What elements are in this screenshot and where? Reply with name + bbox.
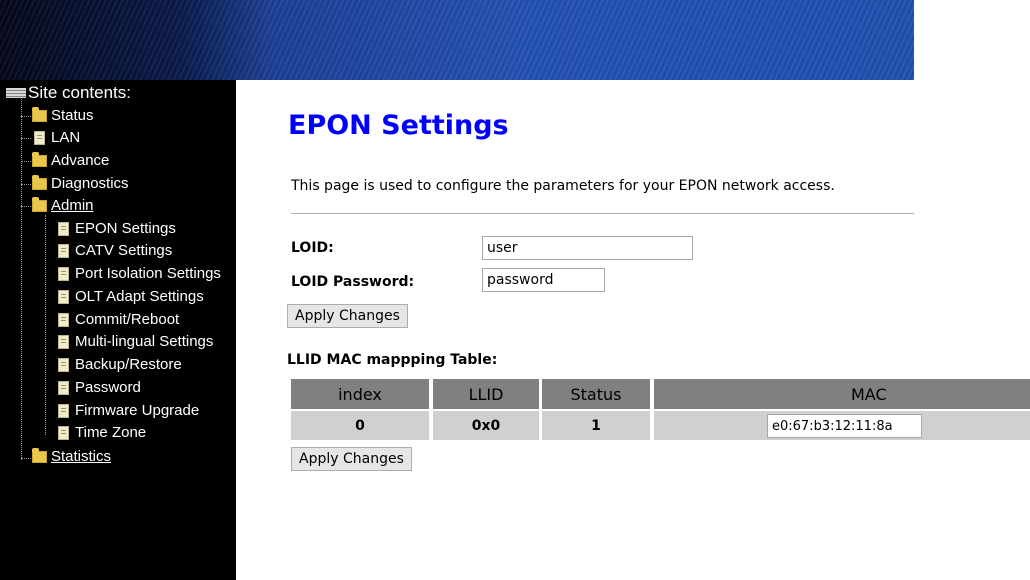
loid-password-label: LOID Password: [291,274,415,290]
page-icon [58,381,69,395]
table-header-index: index [291,379,429,409]
tree-line [21,116,31,117]
sidebar-item-firmware-upgrade[interactable]: Firmware Upgrade [58,400,199,422]
main-content: EPON Settings This page is used to confi… [236,80,1030,580]
tree-line [21,184,31,185]
page-icon [58,244,69,258]
loid-label: LOID: [291,240,334,256]
divider [291,213,914,214]
loid-input[interactable] [482,236,693,260]
sidebar-item-label: Admin [51,197,94,214]
sidebar-item-label: LAN [51,129,81,146]
table-header-mac: MAC [654,379,1030,409]
page-icon [58,358,69,372]
folder-icon [32,448,47,463]
sidebar-item-status[interactable]: Status [32,105,94,127]
sidebar-item-diagnostics[interactable]: Diagnostics [32,173,129,195]
page-icon [58,290,69,304]
table-header-llid: LLID [433,379,539,409]
tree-line [21,458,31,459]
page-icon [58,426,69,440]
folder-icon [32,175,47,190]
sidebar-item-label: Status [51,107,94,124]
page-icon [58,267,69,281]
sidebar-item-label: Firmware Upgrade [75,402,200,419]
apply-changes-table-button[interactable]: Apply Changes [291,447,412,471]
sidebar-item-label: Backup/Restore [75,356,182,373]
page-icon [58,404,69,418]
page-icon [58,313,69,327]
page-title: EPON Settings [288,110,509,141]
page-icon [58,335,69,349]
sidebar-item-olt-adapt[interactable]: OLT Adapt Settings [58,286,204,308]
llid-table-title: LLID MAC mappping Table: [287,352,498,368]
sidebar-item-admin[interactable]: Admin [32,195,94,217]
sidebar-item-epon-settings[interactable]: EPON Settings [58,218,176,240]
sidebar-item-backup-restore[interactable]: Backup/Restore [58,354,182,376]
sidebar-item-label: Time Zone [75,424,147,441]
folder-icon [32,152,47,167]
sidebar-item-port-isolation[interactable]: Port Isolation Settings [58,263,236,285]
sidebar-item-label: OLT Adapt Settings [75,288,204,305]
sidebar-item-label: Statistics [51,448,112,465]
tree-line [21,206,31,207]
sidebar-item-statistics[interactable]: Statistics [32,446,111,468]
sidebar-item-advance[interactable]: Advance [32,150,109,172]
folder-open-icon [32,197,47,212]
sidebar-item-password[interactable]: Password [58,377,141,399]
table-header-status: Status [542,379,650,409]
tree-line [21,138,31,139]
sidebar-item-label: CATV Settings [75,242,173,259]
sidebar-item-label: Multi-lingual Settings [75,333,214,350]
sidebar-item-label: Password [75,379,141,396]
sidebar-item-multi-lingual[interactable]: Multi-lingual Settings [58,331,213,353]
tree-line [45,215,46,435]
sidebar-item-label: EPON Settings [75,220,176,237]
page-description: This page is used to configure the param… [291,178,835,194]
sidebar: Site contents: Status LAN Advance Diagno… [0,80,236,580]
tree-line [21,161,31,162]
sidebar-item-label: Port Isolation Settings [75,265,221,282]
table-cell-llid: 0x0 [433,411,539,440]
apply-changes-button[interactable]: Apply Changes [287,304,408,328]
table-cell-index: 0 [291,411,429,440]
sidebar-item-commit-reboot[interactable]: Commit/Reboot [58,309,179,331]
tree-root-icon [6,88,26,98]
sidebar-title: Site contents: [28,83,132,102]
folder-icon [32,107,47,122]
mac-input[interactable] [767,414,922,438]
loid-password-input[interactable] [482,268,605,292]
page-icon [58,222,69,236]
sidebar-item-time-zone[interactable]: Time Zone [58,422,146,444]
sidebar-item-label: Advance [51,152,110,169]
page-icon [34,131,45,145]
header-banner [0,0,914,80]
tree-line [21,94,22,460]
sidebar-root: Site contents: [6,82,131,104]
sidebar-item-lan[interactable]: LAN [34,127,80,149]
sidebar-item-label: Commit/Reboot [75,311,180,328]
table-cell-status: 1 [542,411,650,440]
sidebar-item-catv-settings[interactable]: CATV Settings [58,240,172,262]
sidebar-item-label: Diagnostics [51,175,129,192]
